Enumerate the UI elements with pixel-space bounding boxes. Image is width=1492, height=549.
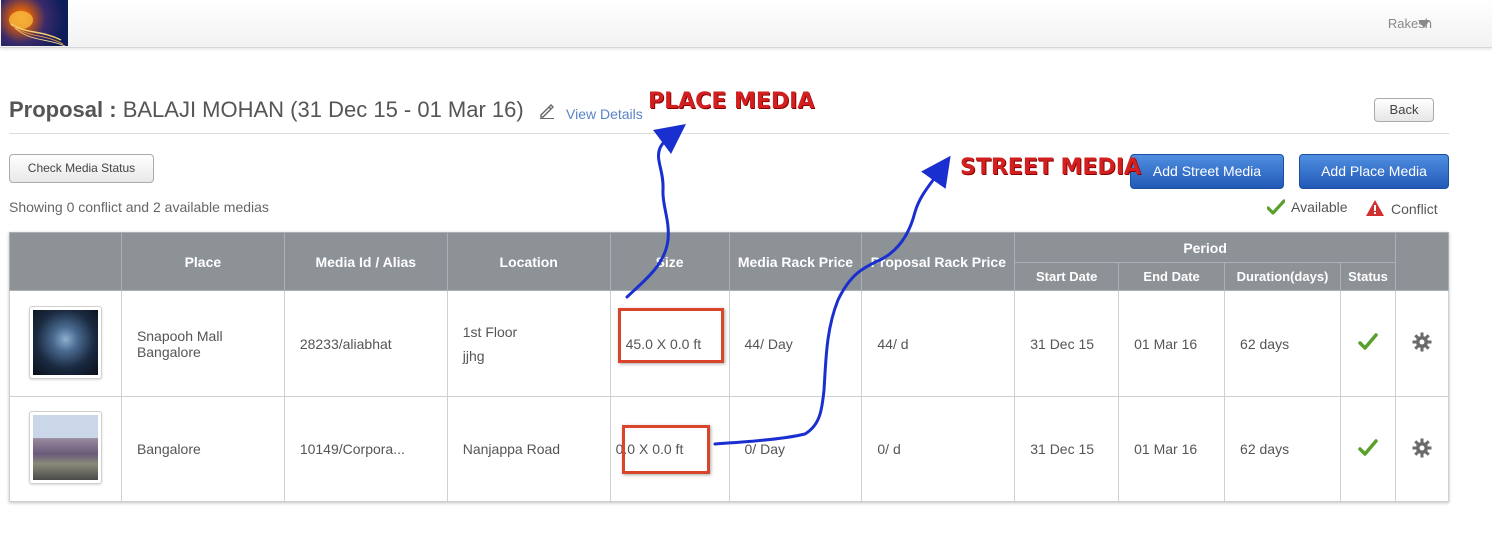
app-logo[interactable] <box>1 0 68 46</box>
end-date-cell: 01 Mar 16 <box>1118 290 1226 397</box>
period-header: Period <box>1014 232 1396 263</box>
check-icon <box>1266 199 1286 215</box>
actions-header <box>1394 232 1450 291</box>
back-button[interactable]: Back <box>1374 98 1434 122</box>
status-header[interactable]: Status <box>1340 262 1396 291</box>
edit-pencil-icon[interactable] <box>539 103 555 119</box>
chevron-down-icon[interactable] <box>1418 20 1430 28</box>
media-rack-price-cell: 44/ Day <box>728 290 863 397</box>
add-place-media-button[interactable]: Add Place Media <box>1299 154 1449 189</box>
status-cell <box>1340 396 1396 502</box>
view-details-link[interactable]: View Details <box>566 106 643 122</box>
media-id-cell: 10149/Corpora... <box>283 396 448 502</box>
duration-cell: 62 days <box>1224 396 1341 502</box>
location-line: 1st Floor <box>462 323 518 340</box>
page-title: Proposal : BALAJI MOHAN (31 Dec 15 - 01 … <box>9 97 524 123</box>
proposal-name: BALAJI MOHAN (31 Dec 15 - 01 Mar 16) <box>122 97 524 122</box>
gear-icon[interactable] <box>1412 332 1432 352</box>
media-summary-text: Showing 0 conflict and 2 available media… <box>9 199 269 215</box>
end-date-header[interactable]: End Date <box>1118 262 1226 291</box>
duration-cell: 62 days <box>1224 290 1341 397</box>
media-table: Place Media Id / Alias Location Size Med… <box>9 232 1450 502</box>
end-date-cell: 01 Mar 16 <box>1118 396 1226 502</box>
gear-icon[interactable] <box>1412 438 1432 458</box>
status-cell <box>1340 290 1396 397</box>
place-cell: Snapooh Mall Bangalore <box>120 290 285 397</box>
place-name: Snapooh Mall <box>136 327 223 344</box>
legend-available-label: Available <box>1291 199 1348 215</box>
location-cell: Nanjappa Road <box>446 396 611 502</box>
duration-header[interactable]: Duration(days) <box>1224 262 1341 291</box>
location-cell: 1st Floor jjhg <box>446 290 611 397</box>
media-thumbnail[interactable] <box>28 305 102 379</box>
location-subline: jjhg <box>462 347 485 364</box>
proposal-label: Proposal : <box>9 97 117 122</box>
media-thumbnail[interactable] <box>28 411 102 484</box>
place-cell: Bangalore <box>120 396 285 502</box>
actions-cell <box>1394 290 1450 397</box>
top-navbar: Rakesh <box>0 0 1492 48</box>
proposal-rack-price-header[interactable]: Proposal Rack Price <box>861 232 1016 291</box>
start-date-header[interactable]: Start Date <box>1014 262 1120 291</box>
legend-available: Available <box>1266 199 1348 219</box>
table-row: Snapooh Mall Bangalore 28233/aliabhat 1s… <box>9 290 1450 397</box>
check-icon <box>1358 438 1378 456</box>
media-id-header[interactable]: Media Id / Alias <box>283 232 448 291</box>
warning-icon <box>1366 200 1384 216</box>
actions-cell <box>1394 396 1450 502</box>
proposal-rack-price-cell: 44/ d <box>861 290 1016 397</box>
table-row: Bangalore 10149/Corpora... Nanjappa Road… <box>9 396 1450 502</box>
legend-conflict: Conflict <box>1365 199 1438 219</box>
place-media-annotation: PLACE MEDIA <box>648 89 815 114</box>
size-highlight-box <box>618 308 724 363</box>
place-header[interactable]: Place <box>120 232 285 291</box>
location-header[interactable]: Location <box>446 232 611 291</box>
size-header[interactable]: Size <box>609 232 730 291</box>
legend-conflict-label: Conflict <box>1391 201 1438 217</box>
check-media-status-button[interactable]: Check Media Status <box>9 154 154 183</box>
place-city: Bangalore <box>136 343 201 360</box>
size-highlight-box <box>622 425 710 474</box>
media-id-cell: 28233/aliabhat <box>283 290 448 397</box>
media-thumbnail-cell <box>9 396 122 502</box>
add-street-media-button[interactable]: Add Street Media <box>1130 154 1284 189</box>
street-media-annotation: STREET MEDIA <box>960 155 1141 180</box>
title-divider <box>9 133 1449 134</box>
proposal-rack-price-cell: 0/ d <box>861 396 1016 502</box>
media-thumbnail-cell <box>9 290 122 397</box>
thumbnail-header <box>9 232 122 291</box>
start-date-cell: 31 Dec 15 <box>1014 290 1120 397</box>
media-rack-price-header[interactable]: Media Rack Price <box>728 232 863 291</box>
check-icon <box>1358 333 1378 350</box>
start-date-cell: 31 Dec 15 <box>1014 396 1120 502</box>
media-rack-price-cell: 0/ Day <box>728 396 863 502</box>
